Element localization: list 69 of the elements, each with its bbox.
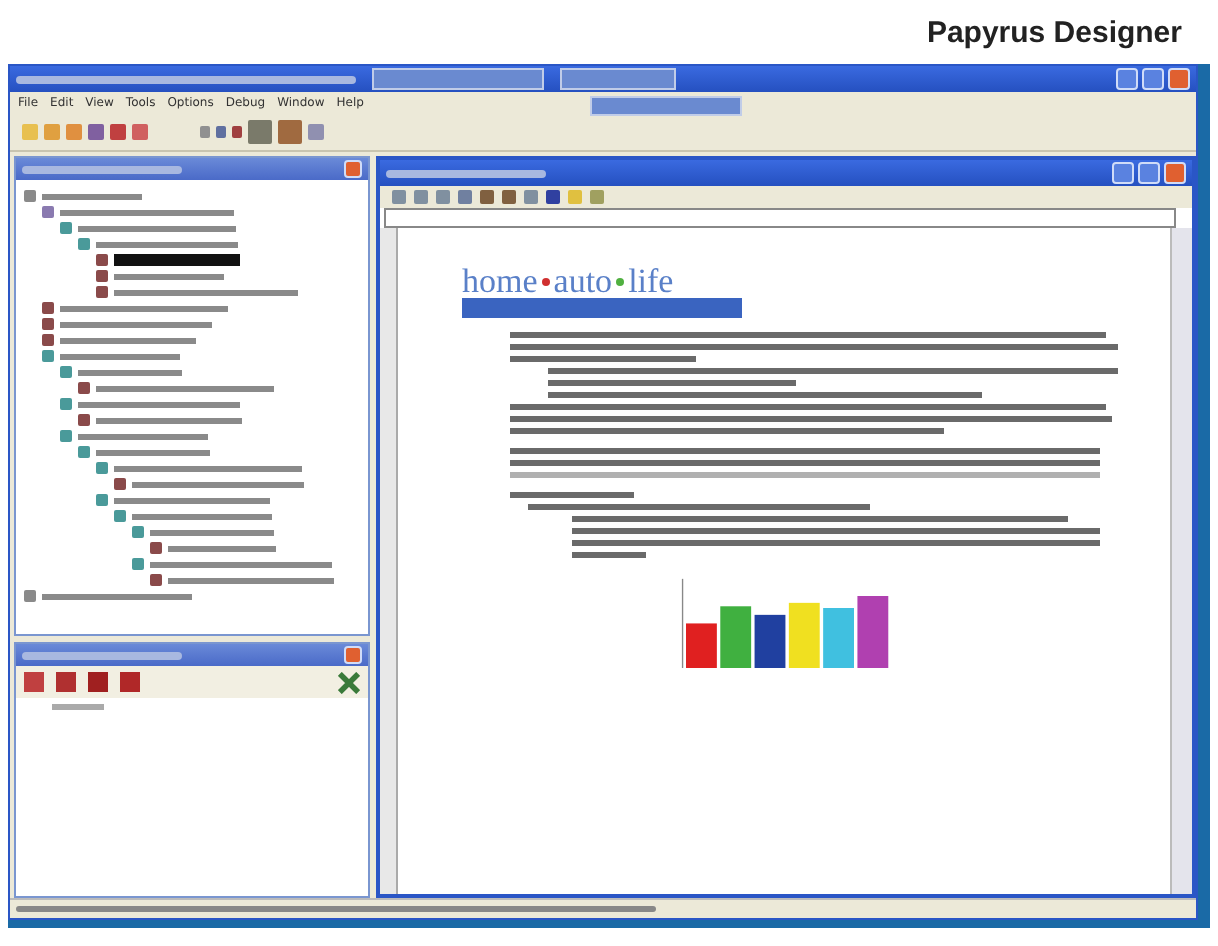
- tree-item[interactable]: [132, 513, 272, 519]
- blurred-text-line: [510, 492, 634, 498]
- tree-item[interactable]: [96, 385, 274, 391]
- tree-node-icon: [132, 558, 144, 570]
- floating-tab[interactable]: [590, 96, 742, 116]
- tree-item[interactable]: [42, 193, 142, 199]
- tree-node-icon: [24, 190, 36, 202]
- tree-node-icon: [60, 222, 72, 234]
- tree-item[interactable]: [60, 321, 212, 327]
- tree-item[interactable]: [96, 417, 242, 423]
- tree-item[interactable]: [114, 497, 270, 503]
- tree-node-icon: [78, 446, 90, 458]
- close-icon[interactable]: [1164, 162, 1186, 184]
- tree-node-icon: [42, 350, 54, 362]
- tree-node-icon: [42, 334, 54, 346]
- tree-item[interactable]: [78, 433, 208, 439]
- tree-item[interactable]: [78, 369, 182, 375]
- tree-item[interactable]: [78, 225, 236, 231]
- tree-node-icon: [150, 542, 162, 554]
- tree-item[interactable]: [168, 577, 334, 583]
- tree-node-icon: [96, 286, 108, 298]
- tree-node-icon: [42, 302, 54, 314]
- tree-node-icon: [60, 366, 72, 378]
- tree-node-icon: [42, 318, 54, 330]
- scrollbar[interactable]: [1170, 228, 1192, 894]
- close-icon[interactable]: [1168, 68, 1190, 90]
- tree-item[interactable]: [60, 305, 228, 311]
- tree-item[interactable]: [114, 289, 298, 295]
- tree-node-icon: [24, 590, 36, 602]
- tree-node-icon: [150, 574, 162, 586]
- tree-node-icon: [60, 430, 72, 442]
- tree-item[interactable]: [114, 465, 302, 471]
- tree-node-icon: [132, 526, 144, 538]
- tree-item[interactable]: [132, 481, 304, 487]
- blurred-text: [52, 704, 104, 710]
- tree-item[interactable]: [114, 273, 224, 279]
- tree-node-icon: [78, 414, 90, 426]
- tree-node-icon: [42, 206, 54, 218]
- tree-item[interactable]: [150, 561, 332, 567]
- tree-node-icon: [114, 478, 126, 490]
- logo-word: life: [628, 264, 674, 298]
- tree-item[interactable]: [60, 353, 180, 359]
- floating-tab[interactable]: [560, 68, 676, 90]
- tree-item[interactable]: [168, 545, 276, 551]
- tree-node-icon: [96, 462, 108, 474]
- tree-item[interactable]: [60, 337, 196, 343]
- logo-word: auto: [553, 264, 613, 298]
- blurred-text-line: [572, 552, 647, 558]
- tree-item[interactable]: [60, 209, 234, 215]
- tree-node-icon: [96, 254, 108, 266]
- tree-node-icon: [96, 494, 108, 506]
- tree-node-icon: [60, 398, 72, 410]
- cross-icon[interactable]: [338, 671, 360, 693]
- logo-word: home: [462, 264, 538, 298]
- tree-item[interactable]: [78, 401, 240, 407]
- dot-icon: [616, 277, 625, 285]
- close-icon[interactable]: [344, 646, 362, 664]
- tree-node-icon: [96, 270, 108, 282]
- tree-node-icon: [78, 382, 90, 394]
- tree-node-icon: [78, 238, 90, 250]
- tree-node-icon: [114, 510, 126, 522]
- tree-item[interactable]: [96, 449, 210, 455]
- dot-icon: [541, 277, 550, 285]
- tree-item[interactable]: [150, 529, 274, 535]
- close-icon[interactable]: [344, 160, 362, 178]
- tree-item[interactable]: [96, 241, 238, 247]
- product-title: Papyrus Designer: [926, 15, 1182, 49]
- tree-item[interactable]: [42, 593, 192, 599]
- floating-tab[interactable]: [372, 68, 544, 90]
